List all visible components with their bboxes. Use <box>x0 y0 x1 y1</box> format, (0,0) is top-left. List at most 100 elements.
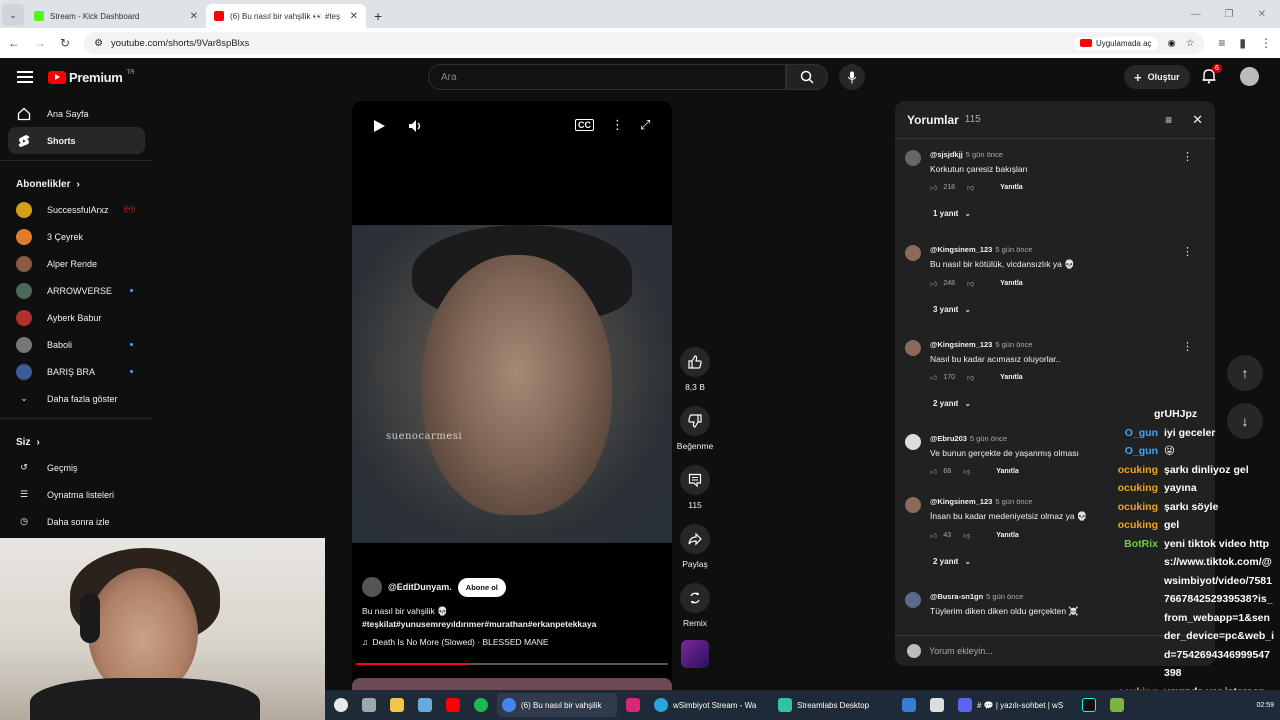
sidebar-item-successfularxz[interactable]: SuccessfulArxz ((•)) <box>8 196 145 223</box>
thumbs-down-icon[interactable]: 👎︎ <box>963 531 970 540</box>
system-clock[interactable]: 02:59 <box>1256 701 1280 710</box>
store-icon[interactable] <box>413 693 437 717</box>
task-view-icon[interactable] <box>357 693 381 717</box>
minimize-icon[interactable]: — <box>1191 9 1201 20</box>
video-frame[interactable]: suenocarmesi <box>352 225 672 543</box>
comment-menu-icon[interactable]: ⋮ <box>1182 245 1193 258</box>
sidebar-item-watch-later[interactable]: ◷ Daha sonra izle <box>8 508 145 535</box>
music-link[interactable]: ♫ Death Is No More (Slowed) · BLESSED MAN… <box>362 637 662 647</box>
you-heading[interactable]: Siz › <box>0 425 153 454</box>
sidebar-item-3-ceyrek[interactable]: 3 Çeyrek <box>8 223 145 250</box>
close-window-icon[interactable]: ✕ <box>1258 9 1266 20</box>
back-icon[interactable]: ← <box>8 36 20 50</box>
close-icon[interactable]: ✕ <box>190 11 198 22</box>
instagram-icon[interactable] <box>621 693 645 717</box>
shorts-player[interactable]: CC ⋮ ⤢ suenocarmesi @EditDunyam. Abone o… <box>352 101 672 691</box>
sidebar-item-baboli[interactable]: Baboli <box>8 331 145 358</box>
comment-author[interactable]: @Kingsinem_123 <box>930 245 992 254</box>
hashtags-link[interactable]: #teşkilat#yunusemreyıldırımer#murathan#e… <box>362 618 662 631</box>
add-comment-input[interactable]: Yorum ekleyin... <box>929 646 993 656</box>
channel-name[interactable]: @EditDunyam. <box>388 582 452 592</box>
commenter-avatar[interactable] <box>905 340 921 356</box>
thumbs-up-icon[interactable]: 👍︎ <box>930 467 937 476</box>
comment-author[interactable]: @Busra-sn1gn <box>930 592 983 601</box>
comment-menu-icon[interactable]: ⋮ <box>1182 340 1193 353</box>
youtube-premium-logo[interactable]: Premium TR <box>48 70 135 85</box>
commenter-avatar[interactable] <box>905 245 921 261</box>
show-more-button[interactable]: ⌄ Daha fazla göster <box>8 385 145 412</box>
youtube-app-icon[interactable] <box>441 693 465 717</box>
sidebar-item-playlists[interactable]: ☰ Oynatma listeleri <box>8 481 145 508</box>
progress-bar[interactable] <box>356 663 668 665</box>
comment-author[interactable]: @Kingsinem_123 <box>930 497 992 506</box>
sidebar-item-ayberk-babur[interactable]: Ayberk Babur <box>8 304 145 331</box>
taskbar-chrome[interactable]: (6) Bu nasıl bir vahşilik <box>497 693 617 717</box>
thumbs-down-icon[interactable]: 👎︎ <box>967 373 974 382</box>
commenter-avatar[interactable] <box>905 592 921 608</box>
reply-button[interactable]: Yanıtla <box>1000 374 1023 381</box>
browser-tab-youtube[interactable]: (6) Bu nasıl bir vahşilik 👀 #teşkilat ✕ <box>206 4 366 28</box>
eye-off-icon[interactable]: ◉ <box>1168 38 1176 49</box>
replies-toggle[interactable]: 3 yanıt ⌄ <box>930 305 1190 314</box>
commenter-avatar[interactable] <box>905 497 921 513</box>
sidebar-item-arrowverse[interactable]: ARROWVERSE <box>8 277 145 304</box>
channel-avatar[interactable] <box>362 577 382 597</box>
previous-short-button[interactable]: ↑ <box>1227 355 1263 391</box>
new-tab-button[interactable]: + <box>366 8 390 28</box>
app-icon[interactable] <box>1105 693 1129 717</box>
taskbar-streamlabs[interactable]: Streamlabs Desktop <box>773 693 893 717</box>
reply-button[interactable]: Yanıtla <box>996 468 1019 475</box>
forward-icon[interactable]: → <box>34 36 46 50</box>
voice-search-button[interactable] <box>839 64 865 90</box>
sidebar-item-history[interactable]: ↺ Geçmiş <box>8 454 145 481</box>
like-button[interactable]: 8,3 B <box>679 347 711 392</box>
close-icon[interactable]: ✕ <box>1192 112 1203 128</box>
dislike-button[interactable]: Beğenme <box>675 406 715 451</box>
app-icon[interactable] <box>925 693 949 717</box>
thumbs-up-icon[interactable]: 👍︎ <box>930 373 937 382</box>
sort-icon[interactable]: ≡ <box>1165 113 1172 127</box>
fullscreen-icon[interactable]: ⤢ <box>640 117 650 133</box>
reply-button[interactable]: Yanıtla <box>1000 184 1023 191</box>
share-button[interactable]: Paylaş <box>679 524 711 569</box>
start-icon[interactable] <box>329 693 353 717</box>
volume-icon[interactable] <box>408 119 424 138</box>
reply-button[interactable]: Yanıtla <box>1000 280 1023 287</box>
extension-pin-icon[interactable]: ▮ <box>1239 36 1246 50</box>
file-explorer-icon[interactable] <box>385 693 409 717</box>
thumbs-down-icon[interactable]: 👎︎ <box>963 467 970 476</box>
notifications-button[interactable]: 6 <box>1202 64 1222 89</box>
spotify-icon[interactable] <box>469 693 493 717</box>
commenter-avatar[interactable] <box>905 434 921 450</box>
browser-menu-icon[interactable]: ⋮ <box>1260 36 1272 50</box>
commenter-avatar[interactable] <box>905 150 921 166</box>
subscribe-button[interactable]: Abone ol <box>457 577 506 597</box>
comment-author[interactable]: @Kingsinem_123 <box>930 340 992 349</box>
maximize-icon[interactable]: ❐ <box>1225 9 1234 20</box>
url-field[interactable]: ⚙ youtube.com/shorts/9Var8spBlxs Uygulam… <box>84 32 1205 54</box>
taskbar-edge[interactable]: wSimbiyot Stream - Wa <box>649 693 769 717</box>
replies-toggle[interactable]: 1 yanıt ⌄ <box>930 209 1190 218</box>
thumbs-up-icon[interactable]: 👍︎ <box>930 183 937 192</box>
reply-button[interactable]: Yanıtla <box>996 532 1019 539</box>
bookmark-star-icon[interactable]: ☆ <box>1186 38 1195 49</box>
sidebar-item-home[interactable]: Ana Sayfa <box>8 100 145 127</box>
comment-author[interactable]: @Ebru203 <box>930 434 967 443</box>
thumbs-down-icon[interactable]: 👎︎ <box>967 183 974 192</box>
thumbs-up-icon[interactable]: 👍︎ <box>930 279 937 288</box>
tab-search-icon[interactable]: ⌄ <box>2 4 24 26</box>
app-icon[interactable] <box>897 693 921 717</box>
taskbar-discord[interactable]: # 💬 | yazılı-sohbet | wS <box>953 693 1073 717</box>
sidebar-item-shorts[interactable]: Shorts <box>8 127 145 154</box>
open-in-app-button[interactable]: Uygulamada aç <box>1073 36 1158 50</box>
search-button[interactable] <box>786 64 828 90</box>
sidebar-item-baris-bra[interactable]: BARIŞ BRA <box>8 358 145 385</box>
subscriptions-heading[interactable]: Abonelikler › <box>0 167 153 196</box>
remix-button[interactable]: Remix <box>679 583 711 628</box>
comment-author[interactable]: @sjsjdkjj <box>930 150 963 159</box>
audio-source-thumbnail[interactable] <box>679 640 711 668</box>
close-icon[interactable]: ✕ <box>350 11 358 22</box>
comment-menu-icon[interactable]: ⋮ <box>1182 150 1193 163</box>
extensions-icon[interactable]: ≡ <box>1218 36 1225 50</box>
play-icon[interactable] <box>372 119 386 138</box>
